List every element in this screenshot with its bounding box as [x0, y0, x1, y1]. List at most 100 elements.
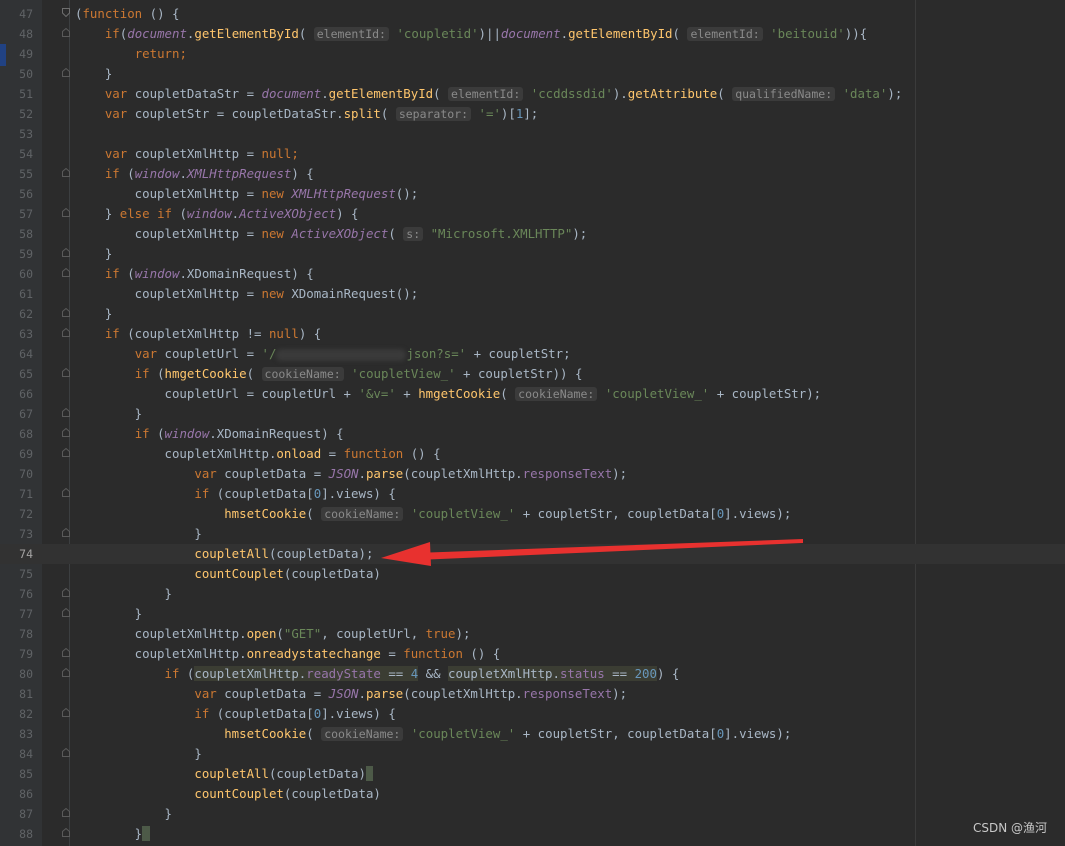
fold-marker-icon[interactable]	[62, 28, 70, 37]
fold-marker-icon[interactable]	[62, 208, 70, 217]
fold-marker-icon[interactable]	[62, 588, 70, 597]
code-line[interactable]: 52 var coupletStr = coupletDataStr.split…	[0, 104, 1065, 124]
code-line[interactable]: 63 if (coupletXmlHttp != null) {	[0, 324, 1065, 344]
code-text[interactable]: var coupletDataStr = document.getElement…	[75, 84, 902, 104]
code-line[interactable]: 50 }	[0, 64, 1065, 84]
code-line[interactable]: 81 var coupletData = JSON.parse(coupletX…	[0, 684, 1065, 704]
code-line[interactable]: 57 } else if (window.ActiveXObject) {	[0, 204, 1065, 224]
code-line[interactable]: 77 }	[0, 604, 1065, 624]
code-line[interactable]: 59 }	[0, 244, 1065, 264]
code-text[interactable]: if (hmgetCookie( cookieName: 'coupletVie…	[75, 364, 582, 384]
code-line[interactable]: 72 hmsetCookie( cookieName: 'coupletView…	[0, 504, 1065, 524]
code-line[interactable]: 67 }	[0, 404, 1065, 424]
code-text[interactable]: var coupletData = JSON.parse(coupletXmlH…	[75, 464, 627, 484]
code-text[interactable]: if(document.getElementById( elementId: '…	[75, 24, 867, 44]
fold-marker-icon[interactable]	[62, 708, 70, 717]
code-text[interactable]: if (window.XMLHttpRequest) {	[75, 164, 314, 184]
code-line[interactable]: 78 coupletXmlHttp.open("GET", coupletUrl…	[0, 624, 1065, 644]
code-line[interactable]: 80 if (coupletXmlHttp.readyState == 4 &&…	[0, 664, 1065, 684]
code-lines[interactable]: 47 (function () {48 if(document.getElemen…	[0, 4, 1065, 844]
code-text[interactable]: countCouplet(coupletData)	[75, 784, 381, 804]
code-text[interactable]: coupletAll(coupletData);	[75, 544, 373, 564]
code-line[interactable]: 65 if (hmgetCookie( cookieName: 'couplet…	[0, 364, 1065, 384]
code-line[interactable]: 85 coupletAll(coupletData)	[0, 764, 1065, 784]
code-text[interactable]: hmsetCookie( cookieName: 'coupletView_' …	[75, 724, 791, 744]
code-line[interactable]: 82 if (coupletData[0].views) {	[0, 704, 1065, 724]
fold-marker-icon[interactable]	[62, 808, 70, 817]
code-text[interactable]: }	[75, 744, 201, 764]
code-line[interactable]: 88 }	[0, 824, 1065, 844]
code-editor[interactable]: 47 (function () {48 if(document.getElemen…	[0, 0, 1065, 846]
fold-marker-icon[interactable]	[62, 368, 70, 377]
fold-marker-icon[interactable]	[62, 488, 70, 497]
code-line[interactable]: 68 if (window.XDomainRequest) {	[0, 424, 1065, 444]
fold-marker-icon[interactable]	[62, 748, 70, 757]
code-line[interactable]: 76 }	[0, 584, 1065, 604]
code-text[interactable]: }	[75, 804, 172, 824]
fold-marker-icon[interactable]	[62, 68, 70, 77]
code-text[interactable]: coupletXmlHttp = new ActiveXObject( s: "…	[75, 224, 587, 244]
code-line[interactable]: 55 if (window.XMLHttpRequest) {	[0, 164, 1065, 184]
code-line[interactable]: 47 (function () {	[0, 4, 1065, 24]
code-line[interactable]: 61 coupletXmlHttp = new XDomainRequest()…	[0, 284, 1065, 304]
code-text[interactable]: coupletXmlHttp = new XMLHttpRequest();	[75, 184, 419, 204]
code-line[interactable]: 64 var coupletUrl = '/ json?s=' + couplet…	[0, 344, 1065, 364]
code-text[interactable]: var coupletXmlHttp = null;	[75, 144, 299, 164]
code-line[interactable]: 56 coupletXmlHttp = new XMLHttpRequest()…	[0, 184, 1065, 204]
code-line[interactable]: 70 var coupletData = JSON.parse(coupletX…	[0, 464, 1065, 484]
code-text[interactable]: var coupletStr = coupletDataStr.split( s…	[75, 104, 538, 124]
code-line[interactable]: 48 if(document.getElementById( elementId…	[0, 24, 1065, 44]
code-line[interactable]: 62 }	[0, 304, 1065, 324]
code-text[interactable]: coupletXmlHttp = new XDomainRequest();	[75, 284, 419, 304]
code-text[interactable]: if (coupletData[0].views) {	[75, 484, 395, 504]
code-text[interactable]: var coupletUrl = '/ json?s=' + coupletStr…	[75, 344, 571, 364]
fold-marker-icon[interactable]	[62, 448, 70, 457]
code-text[interactable]: }	[75, 404, 142, 424]
code-line[interactable]: 84 }	[0, 744, 1065, 764]
code-line[interactable]: 83 hmsetCookie( cookieName: 'coupletView…	[0, 724, 1065, 744]
fold-marker-icon[interactable]	[62, 608, 70, 617]
code-line[interactable]: 79 coupletXmlHttp.onreadystatechange = f…	[0, 644, 1065, 664]
code-line[interactable]: 60 if (window.XDomainRequest) {	[0, 264, 1065, 284]
code-line[interactable]: 51 var coupletDataStr = document.getElem…	[0, 84, 1065, 104]
fold-marker-icon[interactable]	[62, 828, 70, 837]
code-text[interactable]: coupletXmlHttp.onload = function () {	[75, 444, 441, 464]
code-text[interactable]: if (window.XDomainRequest) {	[75, 424, 344, 444]
code-text[interactable]: coupletXmlHttp.onreadystatechange = func…	[75, 644, 501, 664]
code-text[interactable]: hmsetCookie( cookieName: 'coupletView_' …	[75, 504, 791, 524]
code-text[interactable]: }	[75, 604, 142, 624]
fold-marker-icon[interactable]	[62, 408, 70, 417]
code-text[interactable]: }	[75, 824, 150, 844]
code-text[interactable]: coupletUrl = coupletUrl + '&v=' + hmgetC…	[75, 384, 821, 404]
code-text[interactable]: coupletXmlHttp.open("GET", coupletUrl, t…	[75, 624, 471, 644]
fold-marker-icon[interactable]	[62, 308, 70, 317]
code-line[interactable]: 58 coupletXmlHttp = new ActiveXObject( s…	[0, 224, 1065, 244]
code-text[interactable]: var coupletData = JSON.parse(coupletXmlH…	[75, 684, 627, 704]
code-line[interactable]: 66 coupletUrl = coupletUrl + '&v=' + hmg…	[0, 384, 1065, 404]
code-text[interactable]: }	[75, 304, 112, 324]
code-line[interactable]: 71 if (coupletData[0].views) {	[0, 484, 1065, 504]
fold-marker-icon[interactable]	[62, 668, 70, 677]
code-line[interactable]: 69 coupletXmlHttp.onload = function () {	[0, 444, 1065, 464]
fold-marker-icon[interactable]	[62, 168, 70, 177]
code-text[interactable]: }	[75, 524, 201, 544]
code-text[interactable]: (function () {	[75, 4, 179, 24]
code-text[interactable]: if (window.XDomainRequest) {	[75, 264, 314, 284]
code-line[interactable]: 54 var coupletXmlHttp = null;	[0, 144, 1065, 164]
code-text[interactable]: }	[75, 584, 172, 604]
fold-marker-icon[interactable]	[62, 248, 70, 257]
code-text[interactable]: countCouplet(coupletData)	[75, 564, 381, 584]
fold-marker-icon[interactable]	[62, 648, 70, 657]
code-text[interactable]: if (coupletData[0].views) {	[75, 704, 395, 724]
code-line[interactable]: 49 return;	[0, 44, 1065, 64]
code-text[interactable]: if (coupletXmlHttp.readyState == 4 && co…	[75, 664, 679, 684]
fold-marker-icon[interactable]	[62, 528, 70, 537]
code-text[interactable]: coupletAll(coupletData)	[75, 764, 374, 784]
code-text[interactable]: }	[75, 244, 112, 264]
code-line[interactable]: 86 countCouplet(coupletData)	[0, 784, 1065, 804]
code-line[interactable]: 74 coupletAll(coupletData);	[0, 544, 1065, 564]
code-text[interactable]: }	[75, 64, 112, 84]
fold-marker-icon[interactable]	[62, 428, 70, 437]
fold-marker-icon[interactable]	[62, 268, 70, 277]
fold-open-icon[interactable]	[62, 8, 70, 17]
